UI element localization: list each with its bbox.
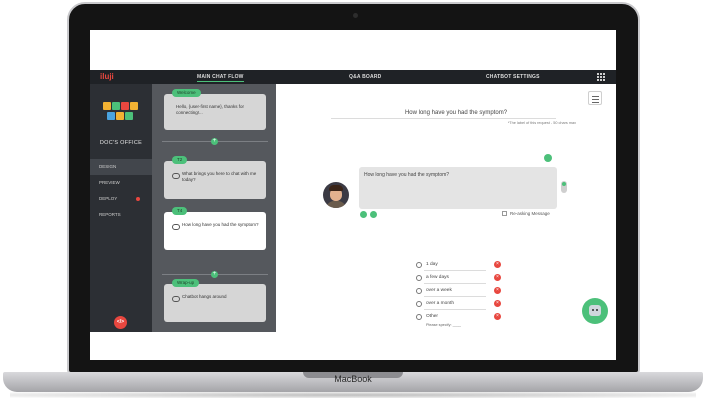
add-step-icon[interactable]: + [211,138,218,145]
card-tag: T2 [172,156,188,164]
delete-option-icon[interactable]: × [494,274,501,281]
bot-message-text: How long have you had the symptom? [364,172,450,178]
step-editor: How long have you had the symptom? *The … [276,84,616,332]
option-label: over a week [426,288,452,293]
laptop-mockup: iluji MAIN CHAT FLOW Q&A BOARD CHATBOT S… [0,0,706,405]
message-scroll-handle[interactable] [561,181,567,193]
laptop-screen: iluji MAIN CHAT FLOW Q&A BOARD CHATBOT S… [90,30,616,360]
chat-bubble-icon [172,296,180,302]
edit-icon[interactable] [360,211,367,218]
card-text: Hello, {user-first name}, thanks for con… [176,104,245,115]
top-bar: iluji MAIN CHAT FLOW Q&A BOARD CHATBOT S… [90,70,616,84]
card-text: What brings you here to chat with me tod… [182,171,257,182]
laptop-brand: MacBook [334,374,372,384]
specify-input[interactable]: Please specify: ____ [426,323,461,327]
sidebar-item-reports[interactable]: REPORTS [90,207,152,223]
delete-option-icon[interactable]: × [494,313,501,320]
bot-message-field[interactable]: How long have you had the symptom? [359,167,557,209]
option-label: 1 day [426,262,438,267]
tab-chatbot-settings[interactable]: CHATBOT SETTINGS [486,74,540,80]
question-label[interactable]: How long have you had the symptom? [331,110,581,116]
radio-icon[interactable] [416,301,422,307]
apps-grid-icon[interactable] [597,73,605,81]
radio-icon[interactable] [416,262,422,268]
sidebar-item-label: DEPLOY [99,196,118,201]
chat-flow-panel: Welcome Hello, {user-first name}, thanks… [152,84,276,332]
sidebar-item-label: REPORTS [99,212,121,217]
option-label: Other [426,314,438,319]
chatbot-app: iluji MAIN CHAT FLOW Q&A BOARD CHATBOT S… [90,70,616,332]
robot-icon [589,305,601,316]
chat-bubble-icon [172,173,180,179]
delete-option-icon[interactable]: × [494,261,501,268]
card-tag: Wrap-up [172,279,200,287]
chat-bubble-icon [172,224,180,230]
office-title: DOC'S OFFICE [99,140,143,146]
sidebar-item-design[interactable]: DESIGN [90,159,152,175]
sidebar-item-deploy[interactable]: DEPLOY [90,191,152,207]
add-icon[interactable] [370,211,377,218]
chatbot-preview-button[interactable] [582,298,608,324]
sidebar-item-label: DESIGN [99,164,117,169]
office-avatars [103,102,139,122]
card-text: Chatbot hangs around [182,294,227,299]
laptop-base: MacBook [3,372,703,392]
laptop-lid: iluji MAIN CHAT FLOW Q&A BOARD CHATBOT S… [67,2,640,374]
sidebar: DOC'S OFFICE DESIGN PREVIEW DEPLOY REPOR… [90,84,152,332]
code-button[interactable]: </> [114,316,127,329]
eye-icon[interactable] [544,154,552,162]
flow-card-t4[interactable]: T4 How long have you had the symptom? [164,207,266,250]
add-step-icon[interactable]: + [211,271,218,278]
flow-card-wrap-up[interactable]: Wrap-up Chatbot hangs around [164,279,266,322]
deploy-alert-icon [136,197,140,201]
sidebar-item-preview[interactable]: PREVIEW [90,175,152,191]
flow-card-welcome[interactable]: Welcome Hello, {user-first name}, thanks… [164,89,266,130]
delete-option-icon[interactable]: × [494,287,501,294]
flow-card-t2[interactable]: T2 What brings you here to chat with me … [164,156,266,199]
question-hint: *The label of this request - 50 chars ma… [507,121,576,125]
option-label: a few days [426,275,449,280]
laptop-shadow [10,392,696,398]
app-logo[interactable]: iluji [100,72,114,81]
reasking-toggle[interactable]: Re-asking Message [502,211,550,217]
reasking-checkbox[interactable] [502,211,507,217]
tab-main-chat-flow[interactable]: MAIN CHAT FLOW [197,74,244,82]
card-tag: Welcome [172,89,201,97]
question-underline [331,118,556,119]
radio-icon[interactable] [416,314,422,320]
sidebar-item-label: PREVIEW [99,180,120,185]
bot-avatar [323,182,349,208]
radio-icon[interactable] [416,275,422,281]
delete-option-icon[interactable]: × [494,300,501,307]
tab-qa-board[interactable]: Q&A BOARD [349,74,381,80]
filter-icon[interactable] [588,91,602,105]
camera-icon [353,13,358,18]
card-text: How long have you had the symptom? [182,222,259,227]
option-label: over a month [426,301,454,306]
card-tag: T4 [172,207,188,215]
radio-icon[interactable] [416,288,422,294]
reasking-label: Re-asking Message [510,211,550,216]
